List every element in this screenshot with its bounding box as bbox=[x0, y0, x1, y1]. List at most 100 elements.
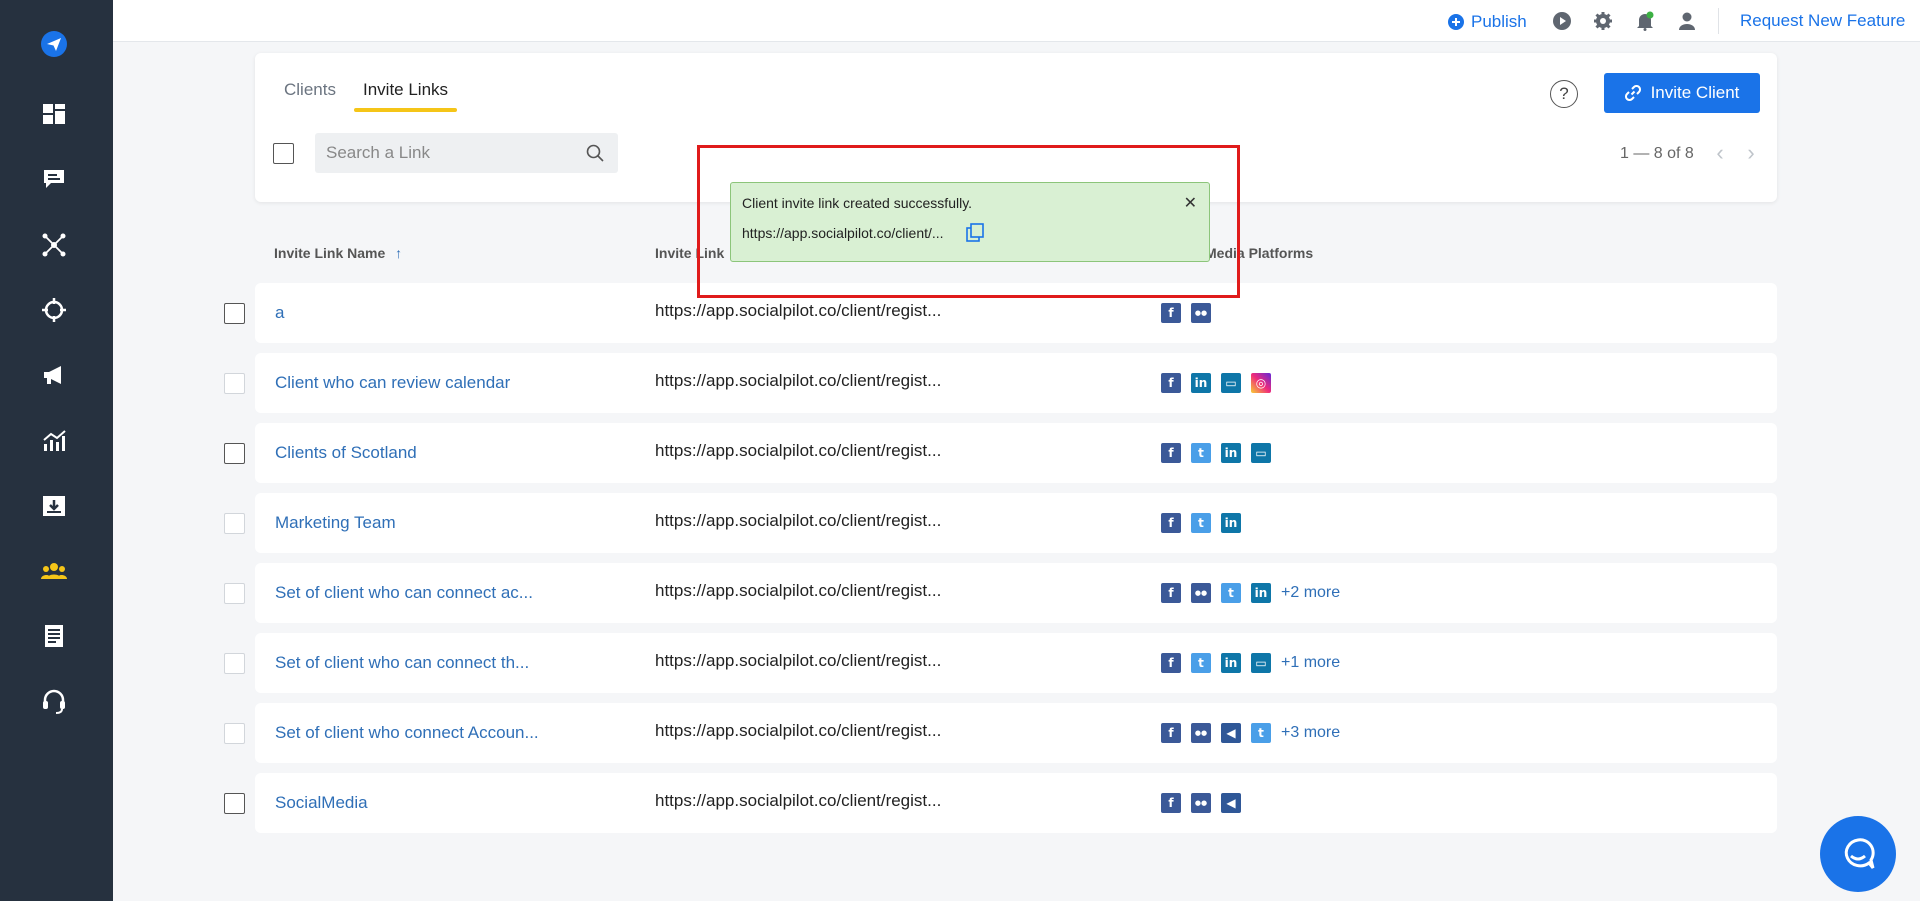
help-button[interactable]: ? bbox=[1550, 80, 1578, 108]
analytics-icon[interactable] bbox=[36, 423, 72, 459]
gear-icon[interactable] bbox=[1592, 10, 1614, 32]
copy-icon[interactable] bbox=[965, 222, 987, 244]
table-row: Client who can review calendar https://ap… bbox=[255, 353, 1777, 413]
row-checkbox[interactable] bbox=[224, 443, 245, 464]
invite-link-name[interactable]: a bbox=[275, 303, 284, 323]
instagram-icon: ◎ bbox=[1251, 373, 1271, 393]
invite-link-name[interactable]: Client who can review calendar bbox=[275, 373, 510, 393]
facebook-icon: f bbox=[1161, 793, 1181, 813]
row-checkbox[interactable] bbox=[224, 583, 245, 604]
facebook-group-icon: ●● bbox=[1191, 583, 1211, 603]
table-row: Marketing Team https://app.socialpilot.co… bbox=[255, 493, 1777, 553]
table-row: Set of client who can connect th... https… bbox=[255, 633, 1777, 693]
sidebar bbox=[0, 0, 113, 901]
row-checkbox[interactable] bbox=[224, 723, 245, 744]
facebook-icon: f bbox=[1161, 723, 1181, 743]
content-list-icon[interactable] bbox=[36, 618, 72, 654]
invite-link-url: https://app.socialpilot.co/client/regist… bbox=[655, 511, 942, 530]
row-checkbox[interactable] bbox=[224, 513, 245, 534]
linkedin-icon: in bbox=[1251, 583, 1271, 603]
invite-link-name[interactable]: Clients of Scotland bbox=[275, 443, 417, 463]
more-platforms-link[interactable]: +3 more bbox=[1281, 724, 1340, 742]
google-business-icon: ▭ bbox=[1251, 653, 1271, 673]
table-row: Clients of Scotland https://app.socialpil… bbox=[255, 423, 1777, 483]
more-platforms-link[interactable]: +1 more bbox=[1281, 654, 1340, 672]
facebook-icon: f bbox=[1161, 653, 1181, 673]
headset-support-icon[interactable] bbox=[36, 683, 72, 719]
platform-icons: f ●● t in +2 more bbox=[1161, 583, 1340, 603]
play-icon[interactable] bbox=[1551, 10, 1573, 32]
topbar-divider bbox=[1718, 8, 1719, 34]
platform-icons: f ●● bbox=[1161, 303, 1211, 323]
toast-close-button[interactable]: ✕ bbox=[1184, 193, 1197, 213]
platform-icons: f t in ▭ bbox=[1161, 443, 1271, 463]
linkedin-icon: in bbox=[1221, 513, 1241, 533]
publish-button[interactable]: Publish bbox=[1448, 10, 1527, 34]
twitter-icon: t bbox=[1191, 443, 1211, 463]
toast-message: Client invite link created successfully. bbox=[742, 195, 973, 211]
invite-link-name[interactable]: SocialMedia bbox=[275, 793, 368, 813]
platform-icons: f ●● ◀ t +3 more bbox=[1161, 723, 1340, 743]
invite-link-url: https://app.socialpilot.co/client/regist… bbox=[655, 441, 942, 460]
search-icon[interactable] bbox=[586, 144, 604, 162]
select-all-checkbox[interactable] bbox=[273, 143, 294, 164]
clients-group-icon[interactable] bbox=[36, 553, 72, 589]
row-checkbox[interactable] bbox=[224, 373, 245, 394]
twitter-icon: t bbox=[1251, 723, 1271, 743]
linkedin-icon: in bbox=[1221, 653, 1241, 673]
row-checkbox[interactable] bbox=[224, 653, 245, 674]
linkedin-icon: in bbox=[1191, 373, 1211, 393]
invite-link-name[interactable]: Set of client who connect Accoun... bbox=[275, 723, 539, 743]
table-row: Set of client who connect Accoun... https… bbox=[255, 703, 1777, 763]
invite-client-button[interactable]: Invite Client bbox=[1604, 73, 1760, 113]
row-checkbox[interactable] bbox=[224, 793, 245, 814]
success-toast: Client invite link created successfully.… bbox=[730, 182, 1210, 262]
google-business-icon: ▭ bbox=[1221, 373, 1241, 393]
table-row: Set of client who can connect ac... https… bbox=[255, 563, 1777, 623]
notification-bell-icon[interactable] bbox=[1634, 10, 1656, 32]
target-icon[interactable] bbox=[36, 292, 72, 328]
chat-bubble-icon bbox=[1844, 838, 1875, 869]
connections-hub-icon[interactable] bbox=[36, 227, 72, 263]
platform-icons: f ●● ◀ bbox=[1161, 793, 1241, 813]
pagination-count: 1 — 8 of 8 bbox=[1620, 145, 1694, 162]
plus-circle-icon bbox=[1448, 14, 1464, 30]
column-header-name-label: Invite Link Name bbox=[274, 245, 386, 261]
invite-link-url: https://app.socialpilot.co/client/regist… bbox=[655, 301, 942, 320]
facebook-icon: f bbox=[1161, 443, 1181, 463]
facebook-ads-icon: ◀ bbox=[1221, 723, 1241, 743]
paper-plane-logo-icon bbox=[41, 31, 67, 57]
publish-label: Publish bbox=[1471, 12, 1527, 31]
sort-ascending-icon[interactable]: ↑ bbox=[395, 245, 402, 261]
next-page-chevron-icon[interactable]: › bbox=[1741, 140, 1761, 165]
request-feature-link[interactable]: Request New Feature bbox=[1740, 11, 1905, 31]
platform-icons: f t in ▭ +1 more bbox=[1161, 653, 1340, 673]
invite-link-name[interactable]: Set of client who can connect ac... bbox=[275, 583, 533, 603]
dashboard-icon[interactable] bbox=[36, 96, 72, 132]
tab-clients[interactable]: Clients bbox=[284, 80, 336, 100]
invite-link-url: https://app.socialpilot.co/client/regist… bbox=[655, 721, 942, 740]
facebook-ads-icon: ◀ bbox=[1221, 793, 1241, 813]
facebook-icon: f bbox=[1161, 373, 1181, 393]
search-input[interactable] bbox=[315, 133, 575, 173]
facebook-icon: f bbox=[1161, 513, 1181, 533]
download-tray-icon[interactable] bbox=[36, 488, 72, 524]
logo-icon[interactable] bbox=[36, 26, 72, 62]
posts-chat-icon[interactable] bbox=[36, 161, 72, 197]
user-profile-icon[interactable] bbox=[1676, 10, 1698, 32]
toast-link-url: https://app.socialpilot.co/client/... bbox=[742, 225, 944, 241]
chat-support-button[interactable] bbox=[1820, 816, 1896, 892]
row-checkbox[interactable] bbox=[224, 303, 245, 324]
invite-link-name[interactable]: Set of client who can connect th... bbox=[275, 653, 529, 673]
previous-page-chevron-icon[interactable]: ‹ bbox=[1710, 140, 1730, 165]
invite-link-url: https://app.socialpilot.co/client/regist… bbox=[655, 371, 942, 390]
column-header-name[interactable]: Invite Link Name ↑ bbox=[274, 245, 402, 261]
twitter-icon: t bbox=[1221, 583, 1241, 603]
platform-icons: f in ▭ ◎ bbox=[1161, 373, 1271, 393]
megaphone-icon[interactable] bbox=[36, 357, 72, 393]
table-row: SocialMedia https://app.socialpilot.co/cl… bbox=[255, 773, 1777, 833]
twitter-icon: t bbox=[1191, 653, 1211, 673]
invite-link-name[interactable]: Marketing Team bbox=[275, 513, 396, 533]
more-platforms-link[interactable]: +2 more bbox=[1281, 584, 1340, 602]
tab-invite-links[interactable]: Invite Links bbox=[363, 80, 448, 100]
